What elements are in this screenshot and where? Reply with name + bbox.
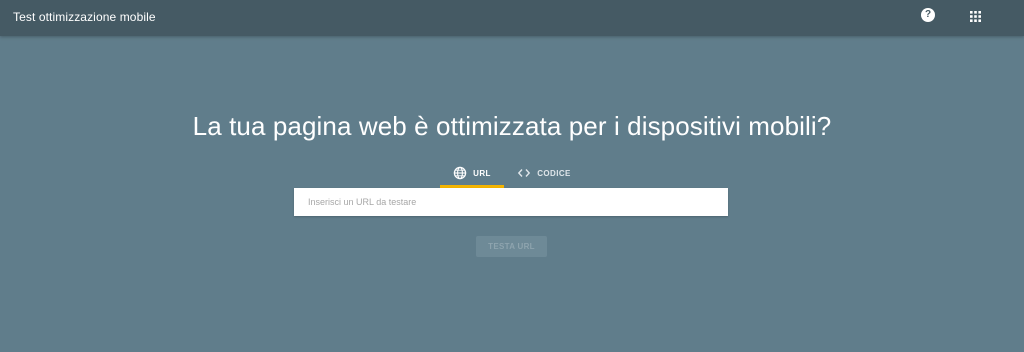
tab-url-label: URL — [473, 169, 491, 178]
app-title: Test ottimizzazione mobile — [13, 10, 156, 24]
globe-icon — [453, 166, 467, 180]
test-url-button[interactable]: TESTA URL — [476, 236, 547, 257]
apps-grid-icon[interactable] — [970, 11, 981, 22]
tab-code[interactable]: CODICE — [511, 162, 577, 188]
tab-code-label: CODICE — [537, 169, 571, 178]
page-headline: La tua pagina web è ottimizzata per i di… — [192, 111, 832, 141]
tab-url[interactable]: URL — [440, 162, 504, 188]
help-icon[interactable]: ? — [921, 8, 935, 22]
top-app-bar: Test ottimizzazione mobile ? — [0, 0, 1024, 36]
url-input[interactable] — [294, 188, 728, 216]
code-icon — [518, 169, 531, 177]
